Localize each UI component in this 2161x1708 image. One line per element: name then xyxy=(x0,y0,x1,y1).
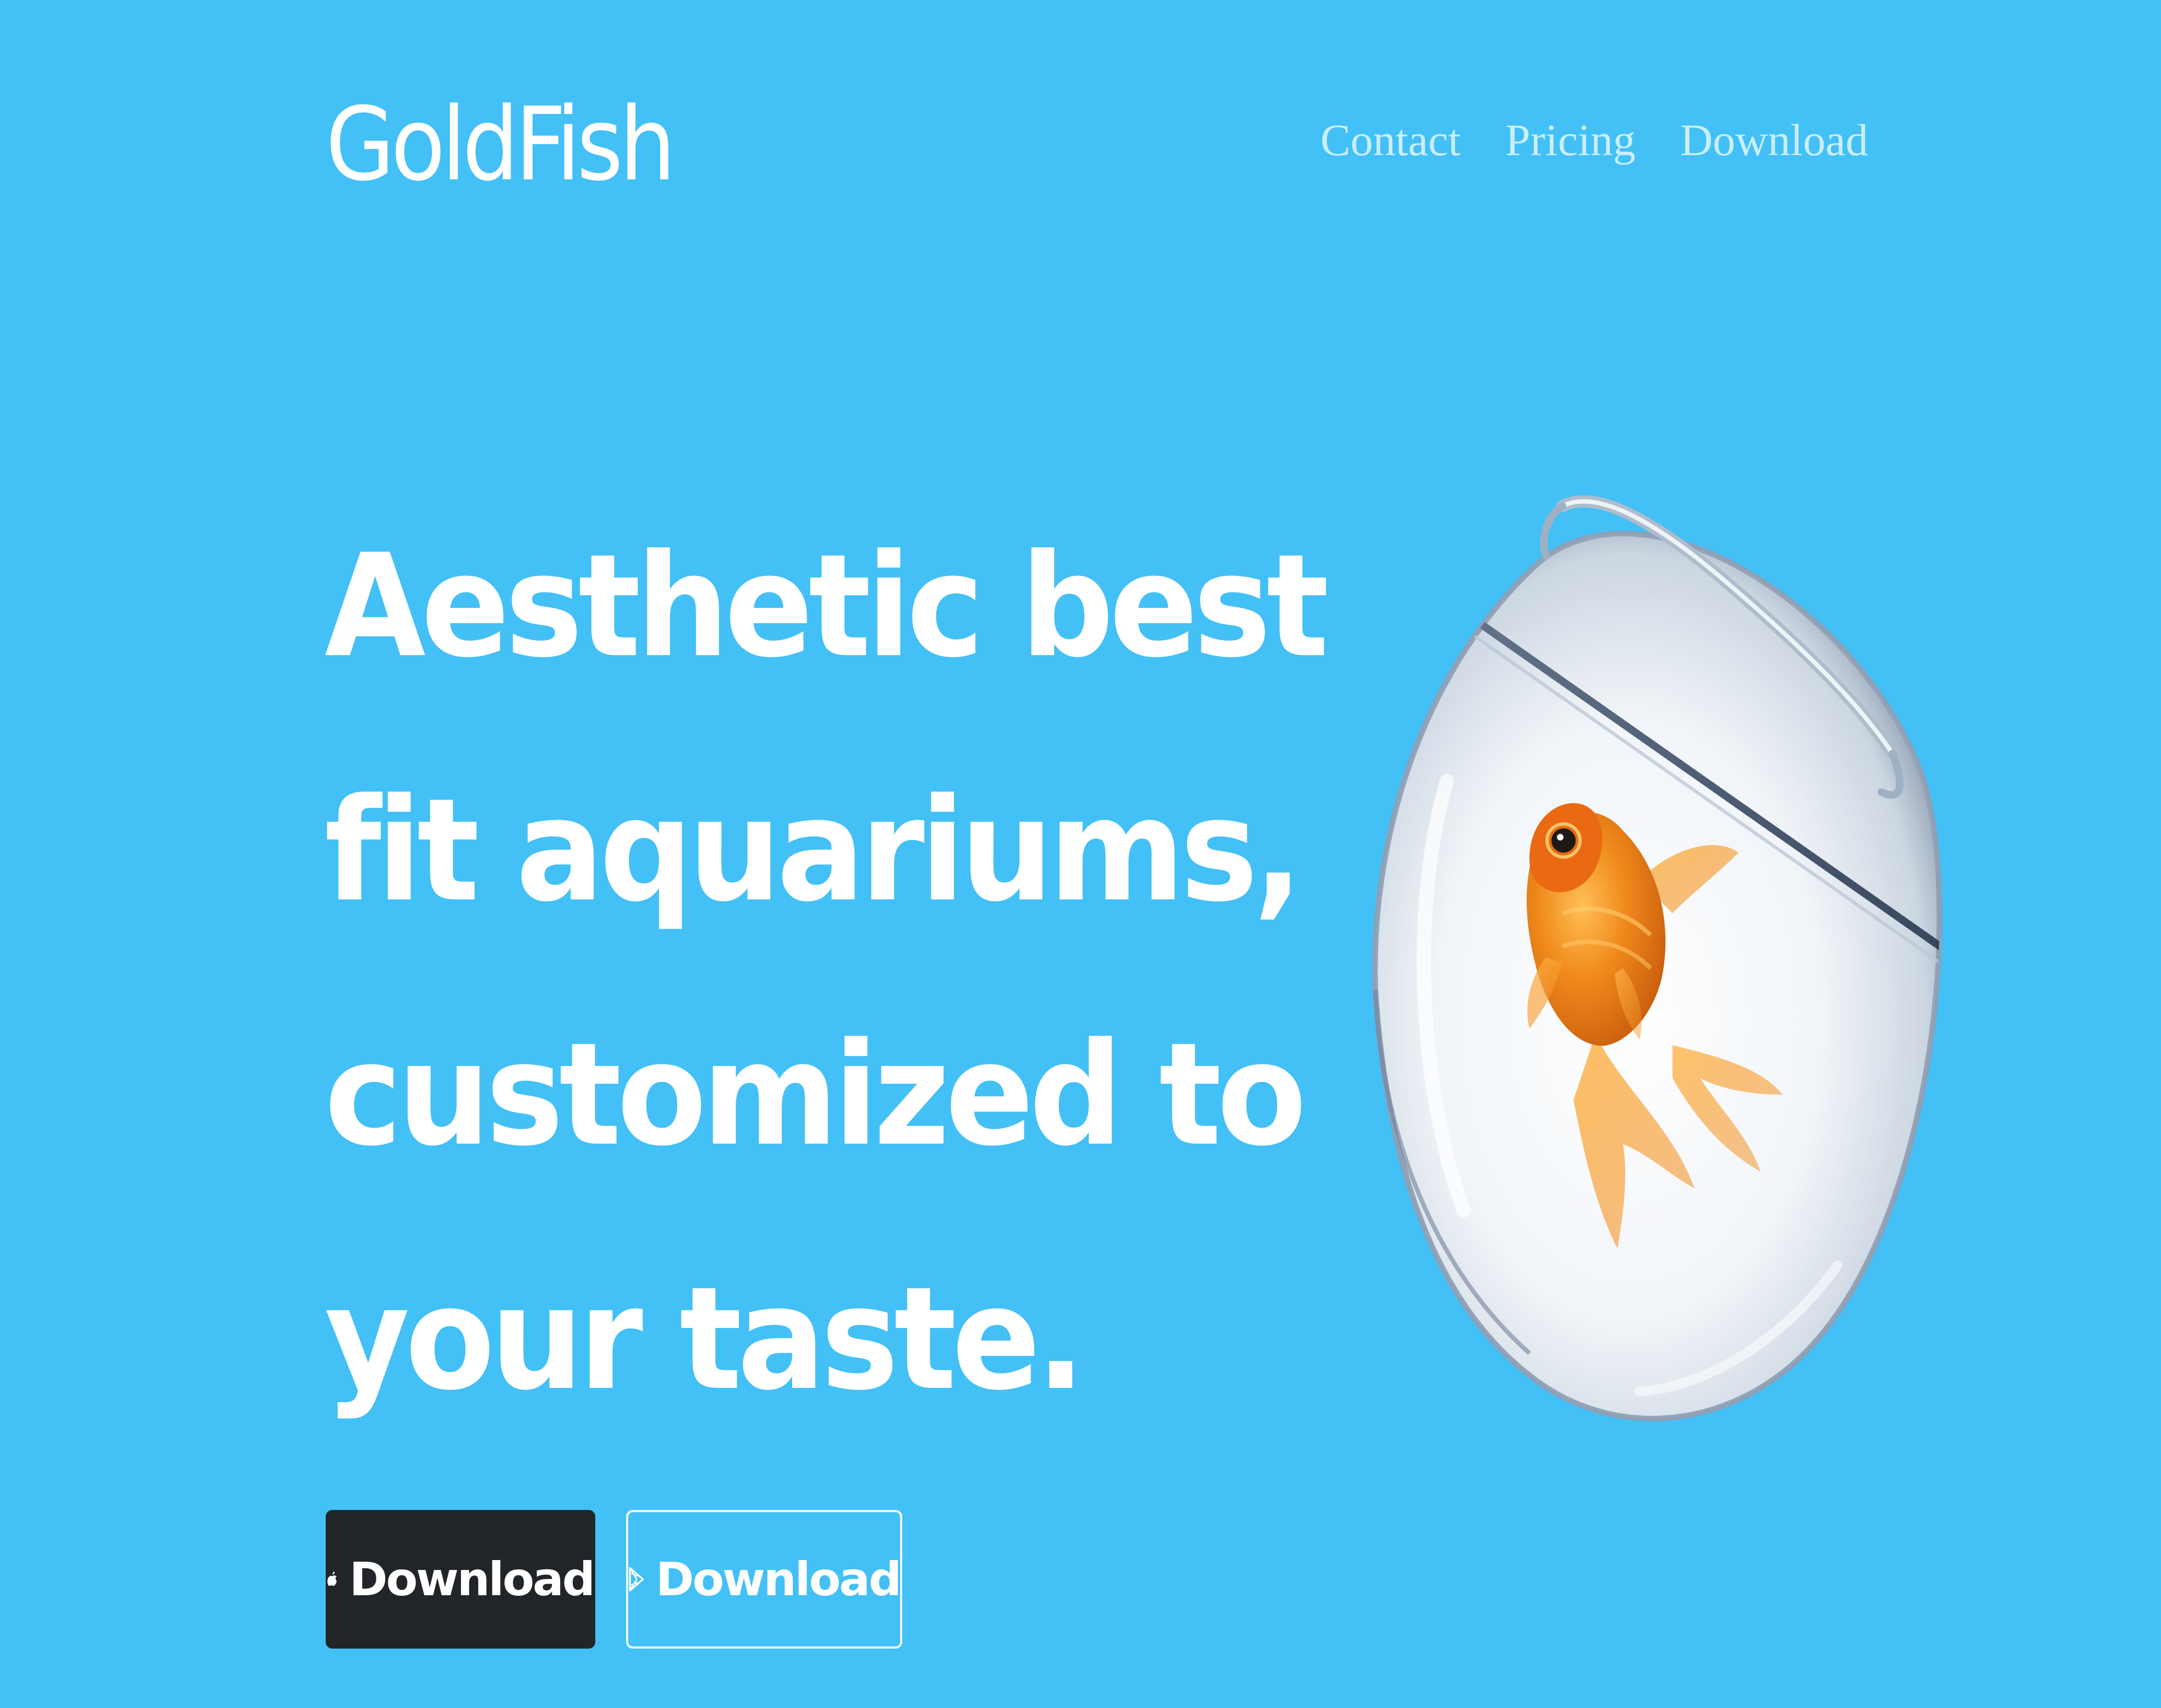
landing-page: GoldFish Contact Pricing Download Aesthe… xyxy=(0,0,2161,1708)
top-nav: Contact Pricing Download xyxy=(1320,105,1868,176)
nav-download-link[interactable]: Download xyxy=(1680,105,1868,176)
hero-heading-line: customized to xyxy=(325,1012,1307,1177)
goldfish-bowl-illustration xyxy=(1364,495,1943,1452)
apple-icon xyxy=(327,1554,338,1605)
hero-heading-line: your taste. xyxy=(325,1256,1085,1421)
goldfish-bowl-svg xyxy=(1372,495,1943,1421)
hero-heading-line: fit aquariums, xyxy=(325,768,1303,933)
app-store-download-label: Download xyxy=(349,1552,595,1606)
nav-contact-link[interactable]: Contact xyxy=(1320,105,1461,176)
brand-logo[interactable]: GoldFish xyxy=(326,81,676,208)
hero-heading: Aesthetic best fit aquariums, customized… xyxy=(325,484,1329,1461)
app-store-download-button[interactable]: Download xyxy=(326,1510,595,1649)
nav-pricing-link[interactable]: Pricing xyxy=(1505,105,1636,176)
play-store-icon xyxy=(628,1554,645,1605)
play-store-download-button[interactable]: Download xyxy=(626,1510,902,1649)
play-store-download-label: Download xyxy=(655,1552,902,1606)
hero-heading-line: Aesthetic best xyxy=(325,524,1329,689)
